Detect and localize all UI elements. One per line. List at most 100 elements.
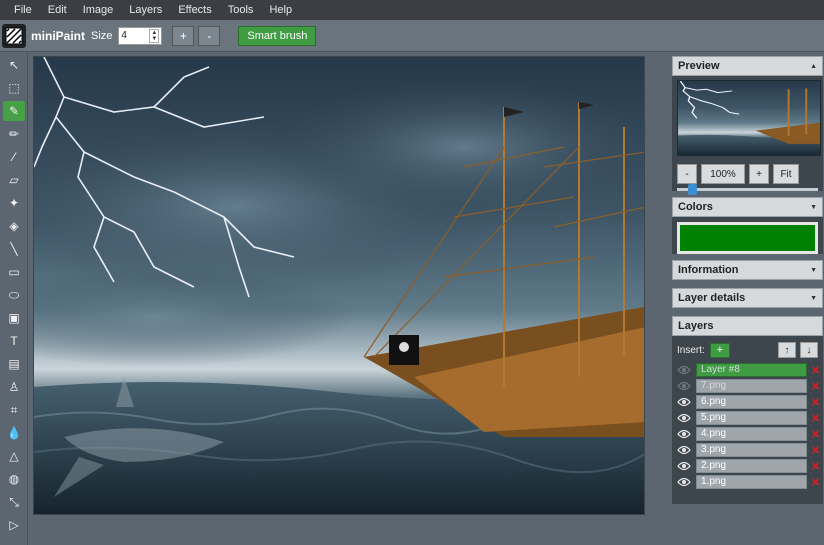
- size-spinner[interactable]: ▲ ▼: [149, 28, 160, 43]
- magic-brush-tool[interactable]: ✎: [3, 101, 25, 121]
- line-tool[interactable]: ╲: [3, 239, 25, 259]
- layer-name[interactable]: 5.png: [696, 411, 807, 425]
- layer-name[interactable]: 3.png: [696, 443, 807, 457]
- size-plus-button[interactable]: +: [172, 25, 195, 46]
- layer-row[interactable]: 1.png ✕: [672, 474, 823, 490]
- delete-layer-icon[interactable]: ✕: [811, 476, 820, 489]
- fill-bucket-tool[interactable]: ◈: [3, 216, 25, 236]
- shrink-tool[interactable]: ⤡: [3, 492, 25, 512]
- tools-panel: ↖ ⬚ ✎ ✏ ⁄ ▱ ✦ ◈ ╲ ▭ ⬭ ▣ T ▤ ♙ ⌗ 💧 △ ◍ ⤡ ▷: [0, 52, 28, 545]
- sharpen-tool[interactable]: △: [3, 446, 25, 466]
- menu-help[interactable]: Help: [261, 0, 300, 20]
- layers-panel: Layers Insert: + ↑ ↓ Layer #8 ✕ 7.png ✕ 6.pn…: [672, 316, 823, 504]
- image-tool[interactable]: ▣: [3, 308, 25, 328]
- zoom-slider[interactable]: [677, 184, 818, 195]
- ellipse-tool[interactable]: ⬭: [3, 285, 25, 305]
- menu-tools[interactable]: Tools: [220, 0, 262, 20]
- text-tool[interactable]: T: [3, 331, 25, 351]
- eraser-tool[interactable]: ▱: [3, 170, 25, 190]
- colors-header[interactable]: Colors ▼: [672, 197, 823, 217]
- menu-file[interactable]: File: [6, 0, 40, 20]
- delete-layer-icon[interactable]: ✕: [811, 412, 820, 425]
- layer-row[interactable]: 4.png ✕: [672, 426, 823, 442]
- collapse-down-icon[interactable]: ▼: [810, 204, 817, 211]
- delete-layer-icon[interactable]: ✕: [811, 428, 820, 441]
- layer-name[interactable]: 2.png: [696, 459, 807, 473]
- layer-row[interactable]: 7.png ✕: [672, 378, 823, 394]
- size-minus-button[interactable]: -: [198, 25, 221, 46]
- blur-tool[interactable]: 💧: [3, 423, 25, 443]
- layer-row[interactable]: 2.png ✕: [672, 458, 823, 474]
- magic-wand-tool[interactable]: ✦: [3, 193, 25, 213]
- layer-list: Layer #8 ✕ 7.png ✕ 6.png ✕ 5.png ✕ 4.png ✕ 3.png ✕ 2…: [672, 362, 823, 490]
- menu-edit[interactable]: Edit: [40, 0, 75, 20]
- ellipse-icon: ⬭: [8, 287, 20, 302]
- pencil-tool[interactable]: ✏: [3, 124, 25, 144]
- text-icon: T: [10, 334, 18, 348]
- preview-header[interactable]: Preview ▲: [672, 56, 823, 76]
- layer-name[interactable]: 7.png: [696, 379, 807, 393]
- menu-bar: File Edit Image Layers Effects Tools Hel…: [0, 0, 824, 20]
- preview-title: Preview: [678, 60, 720, 72]
- layer-row[interactable]: 6.png ✕: [672, 394, 823, 410]
- eye-icon[interactable]: [677, 429, 691, 439]
- animation-tool[interactable]: ▷: [3, 515, 25, 535]
- delete-layer-icon[interactable]: ✕: [811, 380, 820, 393]
- menu-effects[interactable]: Effects: [170, 0, 219, 20]
- eye-icon[interactable]: [677, 413, 691, 423]
- collapse-down-icon[interactable]: ▼: [810, 267, 817, 274]
- menu-layers[interactable]: Layers: [121, 0, 170, 20]
- top-toolbar: miniPaint Size 4 ▲ ▼ + - Smart brush: [0, 20, 824, 52]
- layer-name[interactable]: 4.png: [696, 427, 807, 441]
- delete-layer-icon[interactable]: ✕: [811, 364, 820, 377]
- layer-details-panel: Layer details ▼: [672, 288, 823, 308]
- bulge-icon: ◍: [8, 472, 20, 486]
- eyedropper-icon: ⁄: [12, 150, 15, 164]
- layer-details-header[interactable]: Layer details ▼: [672, 288, 823, 308]
- layer-details-title: Layer details: [678, 292, 746, 304]
- layer-row[interactable]: 5.png ✕: [672, 410, 823, 426]
- clone-stamp-tool[interactable]: ♙: [3, 377, 25, 397]
- layer-name[interactable]: 6.png: [696, 395, 807, 409]
- eye-icon[interactable]: [677, 365, 691, 375]
- rectangle-tool[interactable]: ▭: [3, 262, 25, 282]
- select-tool[interactable]: ↖: [3, 55, 25, 75]
- clone-stamp-icon: ♙: [8, 380, 20, 394]
- layers-header[interactable]: Layers: [672, 316, 823, 336]
- eye-icon[interactable]: [677, 477, 691, 487]
- delete-layer-icon[interactable]: ✕: [811, 444, 820, 457]
- marquee-select-tool[interactable]: ⬚: [3, 78, 25, 98]
- collapse-up-icon[interactable]: ▲: [810, 63, 817, 70]
- eye-icon[interactable]: [677, 445, 691, 455]
- layer-row[interactable]: Layer #8 ✕: [672, 362, 823, 378]
- eye-icon[interactable]: [677, 397, 691, 407]
- preview-thumbnail[interactable]: [677, 80, 821, 156]
- delete-layer-icon[interactable]: ✕: [811, 396, 820, 409]
- crop-icon: ⌗: [10, 402, 18, 417]
- crop-tool[interactable]: ⌗: [3, 400, 25, 420]
- zoom-slider-handle[interactable]: [687, 184, 697, 195]
- collapse-down-icon[interactable]: ▼: [810, 295, 817, 302]
- layer-name[interactable]: Layer #8: [696, 363, 807, 377]
- size-input[interactable]: 4 ▲ ▼: [118, 26, 163, 45]
- move-layer-down-button[interactable]: ↓: [800, 342, 818, 358]
- add-layer-button[interactable]: +: [709, 342, 730, 358]
- bulge-tool[interactable]: ◍: [3, 469, 25, 489]
- zoom-out-button[interactable]: -: [677, 164, 697, 184]
- information-header[interactable]: Information ▼: [672, 260, 823, 280]
- active-color-swatch[interactable]: [677, 222, 818, 254]
- canvas[interactable]: [33, 56, 645, 515]
- zoom-level[interactable]: 100%: [701, 164, 745, 184]
- eye-icon[interactable]: [677, 461, 691, 471]
- zoom-in-button[interactable]: +: [749, 164, 769, 184]
- layer-name[interactable]: 1.png: [696, 475, 807, 489]
- delete-layer-icon[interactable]: ✕: [811, 460, 820, 473]
- layer-row[interactable]: 3.png ✕: [672, 442, 823, 458]
- gradient-tool[interactable]: ▤: [3, 354, 25, 374]
- move-layer-up-button[interactable]: ↑: [778, 342, 796, 358]
- eyedropper-tool[interactable]: ⁄: [3, 147, 25, 167]
- eye-icon[interactable]: [677, 381, 691, 391]
- smart-brush-button[interactable]: Smart brush: [238, 25, 317, 46]
- menu-image[interactable]: Image: [75, 0, 122, 20]
- zoom-fit-button[interactable]: Fit: [773, 164, 799, 184]
